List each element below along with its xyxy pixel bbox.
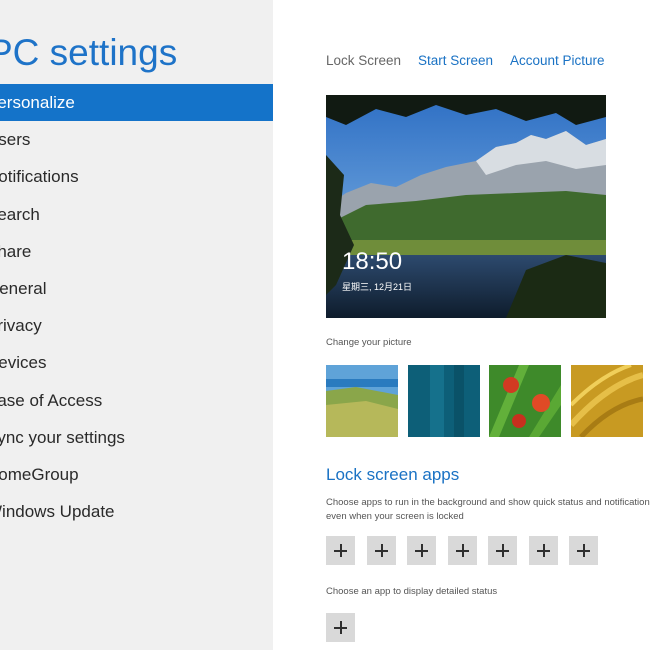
sidebar-item-windows-update[interactable]: Windows Update [0, 493, 273, 530]
sidebar-item-personalize[interactable]: Personalize [0, 84, 273, 122]
add-app-button[interactable] [569, 536, 598, 565]
sidebar-item-label: Notifications [0, 167, 79, 187]
sidebar-item-label: Search [0, 204, 40, 224]
add-detailed-app-button[interactable] [326, 613, 355, 642]
sidebar-item-label: Share [0, 241, 32, 261]
sidebar-item-label: HomeGroup [0, 464, 79, 484]
sidebar-item-label: General [0, 278, 47, 298]
lock-screen-time: 18:50 [342, 248, 403, 275]
sidebar-item-search[interactable]: Search [0, 196, 273, 233]
lock-screen-date: 星期三, 12月21日 [342, 282, 413, 292]
sidebar-item-privacy[interactable]: Privacy [0, 307, 273, 344]
detailed-status-label: Choose an app to display detailed status [326, 586, 498, 597]
add-app-button[interactable] [407, 536, 436, 565]
sidebar-item-ease-of-access[interactable]: Ease of Access [0, 382, 273, 419]
add-app-button[interactable] [448, 536, 477, 565]
lock-screen-apps-description: Choose apps to run in the background and… [326, 497, 650, 522]
sidebar: PC settings Personalize Users Notificati… [0, 0, 273, 650]
sidebar-item-label: Windows Update [0, 502, 115, 522]
add-app-button[interactable] [529, 536, 558, 565]
sidebar-item-label: Users [0, 130, 31, 150]
sidebar-nav: Personalize Users Notifications Search S… [0, 84, 273, 530]
sidebar-item-label: Sync your settings [0, 427, 125, 447]
sidebar-title: PC settings [0, 32, 178, 73]
thumbnail-golden-grass[interactable] [571, 365, 643, 437]
add-app-button[interactable] [367, 536, 396, 565]
tab-account-picture[interactable]: Account Picture [510, 53, 605, 68]
tab-start-screen[interactable]: Start Screen [418, 53, 493, 68]
sidebar-item-label: Personalize [0, 93, 75, 112]
sidebar-item-users[interactable]: Users [0, 121, 273, 158]
sidebar-item-devices[interactable]: Devices [0, 344, 273, 381]
add-app-button[interactable] [488, 536, 517, 565]
change-picture-label: Change your picture [326, 337, 412, 348]
sidebar-item-sync-settings[interactable]: Sync your settings [0, 419, 273, 456]
sidebar-item-label: Devices [0, 353, 47, 373]
sidebar-item-label: Privacy [0, 316, 42, 336]
sidebar-item-notifications[interactable]: Notifications [0, 158, 273, 195]
thumbnail-teal-abstract[interactable] [408, 365, 480, 437]
lock-screen-preview: 18:50 星期三, 12月21日 [326, 95, 606, 318]
sidebar-item-general[interactable]: General [0, 270, 273, 307]
sidebar-item-homegroup[interactable]: HomeGroup [0, 456, 273, 493]
lock-screen-apps-heading: Lock screen apps [326, 465, 460, 484]
thumbnail-red-flowers[interactable] [489, 365, 561, 437]
thumbnail-grassy-hill[interactable] [326, 365, 398, 437]
tab-lock-screen[interactable]: Lock Screen [326, 53, 401, 68]
sidebar-item-label: Ease of Access [0, 390, 103, 410]
main-content: Lock Screen Start Screen Account Picture [273, 0, 650, 650]
sidebar-item-share[interactable]: Share [0, 233, 273, 270]
add-app-button[interactable] [326, 536, 355, 565]
